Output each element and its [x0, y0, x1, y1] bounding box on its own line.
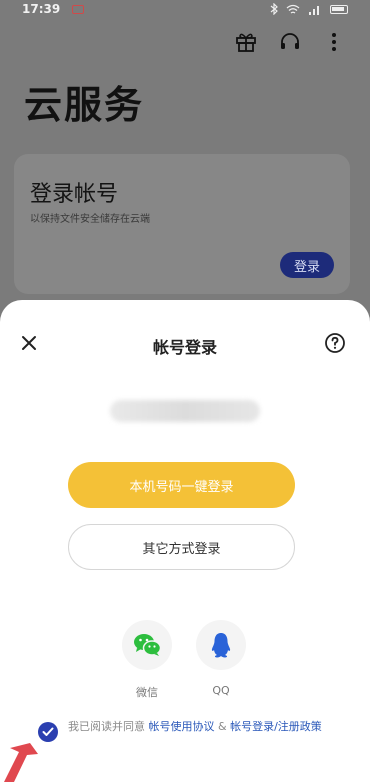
wechat-label: 微信	[136, 686, 158, 699]
login-button[interactable]: 登录	[280, 252, 334, 278]
login-bottom-sheet: 帐号登录 本机号码一键登录 其它方式登录 微信 QQ 我已阅读并同意 帐号使用协…	[0, 300, 370, 783]
headset-icon[interactable]	[278, 30, 302, 54]
bluetooth-icon	[270, 3, 278, 15]
top-actions	[234, 30, 346, 54]
wifi-icon	[286, 4, 300, 14]
status-bar: 17:39	[0, 0, 370, 18]
more-options-icon[interactable]	[322, 30, 346, 54]
agreement-text: 我已阅读并同意 帐号使用协议 & 帐号登录/注册政策	[68, 718, 330, 736]
gift-icon[interactable]	[234, 30, 258, 54]
wechat-icon[interactable]	[122, 620, 172, 670]
other-login-methods-button[interactable]: 其它方式登录	[68, 524, 295, 570]
status-time: 17:39	[22, 2, 61, 16]
login-card-title: 登录帐号	[30, 182, 119, 207]
agreement-separator: &	[214, 720, 231, 733]
page-title: 云服务	[24, 83, 145, 127]
help-icon[interactable]	[324, 332, 346, 354]
login-card: 登录帐号 以保持文件安全储存在云端 登录	[14, 154, 350, 294]
masked-phone-number	[110, 400, 260, 422]
red-arrow-icon	[4, 743, 38, 782]
qq-label: QQ	[212, 684, 230, 697]
battery-icon	[330, 4, 348, 14]
wechat-login[interactable]: 微信	[121, 620, 173, 700]
qq-icon[interactable]	[196, 620, 246, 670]
sheet-title: 帐号登录	[152, 338, 217, 357]
login-registration-policy-link[interactable]: 帐号登录/注册政策	[230, 720, 322, 733]
notification-icon	[72, 4, 85, 14]
one-click-login-button[interactable]: 本机号码一键登录	[68, 462, 295, 508]
qq-login[interactable]: QQ	[195, 620, 247, 697]
agreement-checkbox[interactable]	[38, 722, 58, 742]
signal-icon	[309, 5, 319, 15]
account-usage-agreement-link[interactable]: 帐号使用协议	[149, 720, 215, 733]
login-card-subtitle: 以保持文件安全储存在云端	[30, 214, 150, 225]
status-icons	[270, 3, 348, 15]
agreement-prefix: 我已阅读并同意	[68, 720, 149, 733]
